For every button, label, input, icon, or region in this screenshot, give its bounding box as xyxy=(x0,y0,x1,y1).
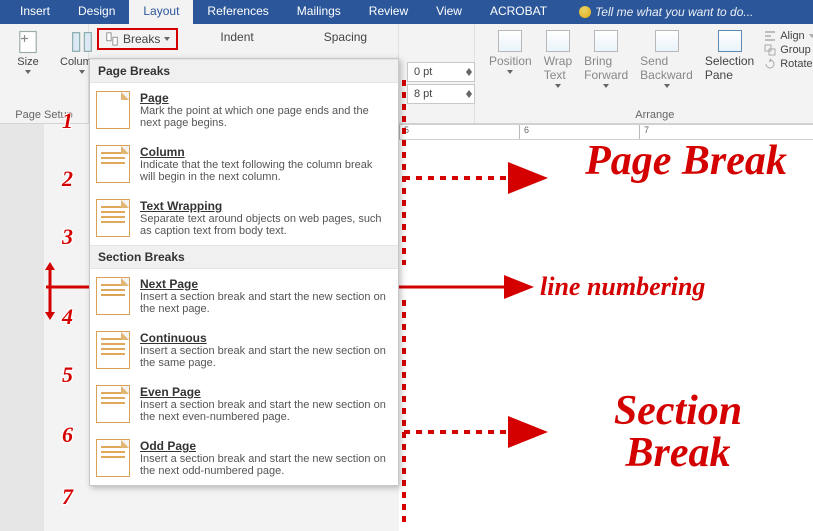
tab-references[interactable]: References xyxy=(193,0,282,24)
annotation-number-1: 1 xyxy=(62,108,73,134)
selection-pane-icon xyxy=(718,30,742,52)
group-arrange: Arrange xyxy=(483,109,813,121)
send-backward-button[interactable]: Send Backward xyxy=(634,28,699,90)
position-button[interactable]: Position xyxy=(483,28,538,90)
tab-insert[interactable]: Insert xyxy=(6,0,64,24)
annotation-number-7: 7 xyxy=(62,484,73,510)
breaks-button[interactable]: Breaks xyxy=(97,28,178,50)
size-button[interactable]: Size xyxy=(8,28,48,76)
annotation-number-3: 3 xyxy=(62,224,73,250)
annotation-line-numbering: line numbering xyxy=(540,272,705,302)
indent-label: Indent xyxy=(220,30,253,44)
continuous-icon xyxy=(96,331,130,369)
lightbulb-icon xyxy=(579,6,591,18)
spacing-label: Spacing xyxy=(324,30,367,44)
left-margin-area xyxy=(0,124,44,531)
text-wrapping-icon xyxy=(96,199,130,237)
align-button[interactable]: Align xyxy=(764,30,813,42)
menu-item-column[interactable]: ColumnIndicate that the text following t… xyxy=(90,137,398,191)
size-icon xyxy=(14,30,42,54)
chevron-down-icon xyxy=(164,37,170,41)
group-button[interactable]: Group xyxy=(764,44,813,56)
page-breaks-header: Page Breaks xyxy=(90,59,398,83)
wrap-text-icon xyxy=(546,30,570,52)
annotation-number-6: 6 xyxy=(62,422,73,448)
page-break-icon xyxy=(96,91,130,129)
annotation-number-5: 5 xyxy=(62,362,73,388)
tab-layout[interactable]: Layout xyxy=(129,0,193,24)
menu-item-text-wrapping[interactable]: Text WrappingSeparate text around object… xyxy=(90,191,398,245)
ribbon-tabs: Insert Design Layout References Mailings… xyxy=(0,0,813,24)
tab-mailings[interactable]: Mailings xyxy=(283,0,355,24)
odd-page-icon xyxy=(96,439,130,477)
breaks-icon xyxy=(105,32,119,46)
align-icon xyxy=(764,30,776,42)
tab-review[interactable]: Review xyxy=(355,0,422,24)
rotate-button[interactable]: Rotate xyxy=(764,58,813,70)
group-icon xyxy=(764,44,776,56)
even-page-icon xyxy=(96,385,130,423)
selection-pane-button[interactable]: Selection Pane xyxy=(699,28,760,90)
annotation-number-2: 2 xyxy=(62,166,73,192)
spacing-after-input[interactable]: 8 pt xyxy=(407,84,475,104)
position-icon xyxy=(498,30,522,52)
chevron-down-icon xyxy=(79,70,85,74)
tab-view[interactable]: View xyxy=(422,0,476,24)
bring-forward-icon xyxy=(594,30,618,52)
wrap-text-button[interactable]: Wrap Text xyxy=(538,28,578,90)
menu-item-even-page[interactable]: Even PageInsert a section break and star… xyxy=(90,377,398,431)
section-breaks-header: Section Breaks xyxy=(90,245,398,269)
tell-me-search[interactable]: Tell me what you want to do... xyxy=(565,0,767,24)
next-page-icon xyxy=(96,277,130,315)
spacing-before-input[interactable]: 0 pt xyxy=(407,62,475,82)
column-break-icon xyxy=(96,145,130,183)
annotation-number-4: 4 xyxy=(62,304,73,330)
tab-acrobat[interactable]: ACROBAT xyxy=(476,0,561,24)
tab-design[interactable]: Design xyxy=(64,0,129,24)
menu-item-odd-page[interactable]: Odd PageInsert a section break and start… xyxy=(90,431,398,485)
menu-item-continuous[interactable]: ContinuousInsert a section break and sta… xyxy=(90,323,398,377)
chevron-down-icon xyxy=(25,70,31,74)
menu-item-next-page[interactable]: Next PageInsert a section break and star… xyxy=(90,269,398,323)
breaks-dropdown: Page Breaks PageMark the point at which … xyxy=(89,58,399,486)
rotate-icon xyxy=(764,58,776,70)
menu-item-page[interactable]: PageMark the point at which one page end… xyxy=(90,83,398,137)
annotation-section-break: Section Break xyxy=(558,390,798,474)
send-backward-icon xyxy=(655,30,679,52)
annotation-page-break: Page Break xyxy=(576,140,796,182)
bring-forward-button[interactable]: Bring Forward xyxy=(578,28,634,90)
